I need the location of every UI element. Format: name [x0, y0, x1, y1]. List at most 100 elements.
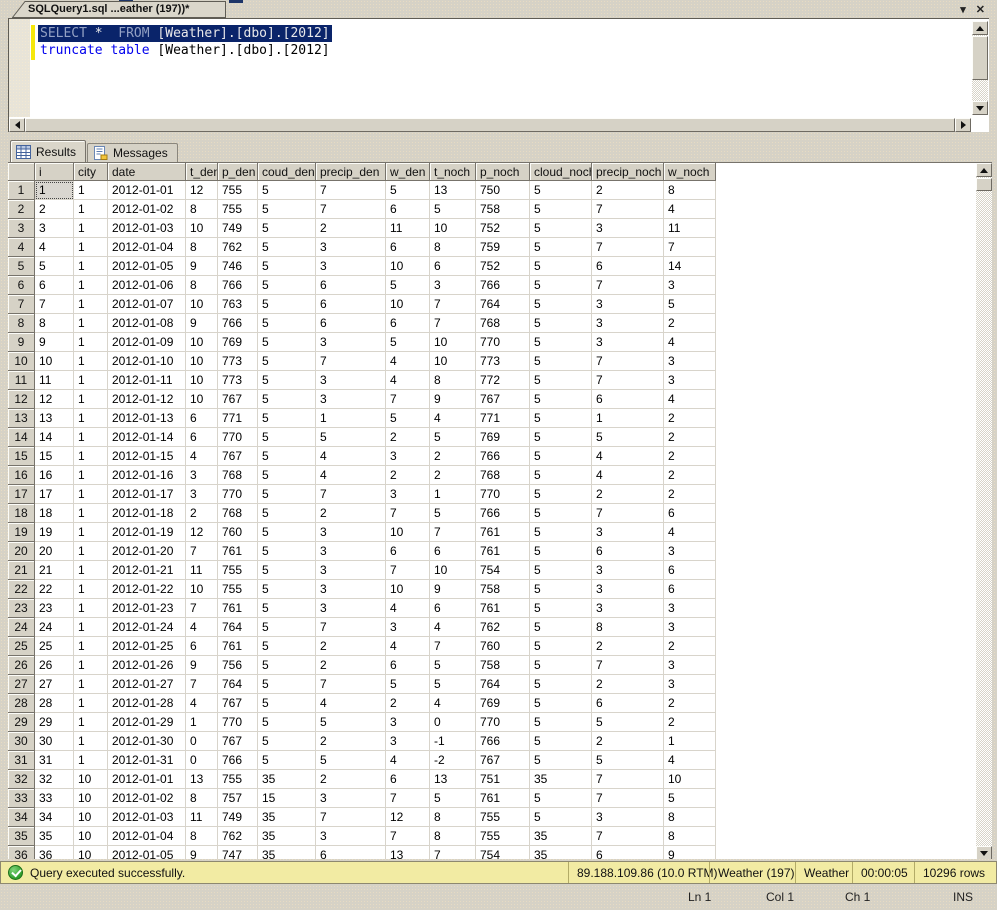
grid-cell[interactable]: 773 — [218, 371, 258, 390]
grid-cell[interactable]: -2 — [430, 751, 476, 770]
grid-cell[interactable]: 5 — [258, 200, 316, 219]
grid-cell[interactable]: 2 — [386, 428, 430, 447]
grid-cell[interactable]: 28 — [35, 694, 74, 713]
grid-cell[interactable]: 9 — [664, 846, 716, 859]
grid-cell[interactable]: 2 — [664, 694, 716, 713]
grid-cell[interactable]: 747 — [218, 846, 258, 859]
grid-cell[interactable]: 5 — [316, 428, 386, 447]
grid-cell[interactable]: 761 — [218, 542, 258, 561]
grid-cell[interactable]: 2012-01-26 — [108, 656, 186, 675]
grid-cell[interactable]: 8 — [430, 371, 476, 390]
scroll-right-icon[interactable] — [955, 118, 971, 132]
grid-cell[interactable]: 5 — [530, 542, 592, 561]
grid-cell[interactable]: 10 — [186, 333, 218, 352]
row-header-cell[interactable]: 3 — [8, 219, 35, 238]
grid-cell[interactable]: 2012-01-21 — [108, 561, 186, 580]
grid-cell[interactable]: 2 — [664, 466, 716, 485]
grid-cell[interactable]: 8 — [186, 200, 218, 219]
grid-cell[interactable]: 5 — [530, 200, 592, 219]
grid-cell[interactable]: -1 — [430, 732, 476, 751]
grid-cell[interactable]: 6 — [592, 542, 664, 561]
grid-cell[interactable]: 758 — [476, 200, 530, 219]
row-header-cell[interactable]: 34 — [8, 808, 35, 827]
grid-cell[interactable]: 758 — [476, 580, 530, 599]
grid-cell[interactable]: 2012-01-12 — [108, 390, 186, 409]
grid-cell[interactable]: 4 — [430, 694, 476, 713]
grid-cell[interactable]: 3 — [592, 561, 664, 580]
row-header-cell[interactable]: 11 — [8, 371, 35, 390]
grid-cell[interactable]: 2012-01-18 — [108, 504, 186, 523]
grid-cell[interactable]: 3 — [186, 485, 218, 504]
sql-code-line[interactable]: truncate table [Weather].[dbo].[2012] — [38, 42, 332, 59]
grid-cell[interactable]: 7 — [592, 656, 664, 675]
grid-cell[interactable]: 2 — [35, 200, 74, 219]
grid-cell[interactable]: 6 — [592, 846, 664, 859]
grid-cell[interactable]: 6 — [386, 542, 430, 561]
grid-cell[interactable]: 12 — [35, 390, 74, 409]
grid-cell[interactable]: 2 — [386, 466, 430, 485]
grid-cell[interactable]: 5 — [258, 409, 316, 428]
grid-cell[interactable]: 5 — [530, 219, 592, 238]
scroll-up-icon[interactable] — [972, 21, 988, 35]
grid-cell[interactable]: 761 — [218, 637, 258, 656]
grid-cell[interactable]: 2012-01-25 — [108, 637, 186, 656]
grid-cell[interactable]: 2012-01-05 — [108, 257, 186, 276]
editor-vertical-scrollbar[interactable] — [971, 21, 989, 117]
grid-cell[interactable]: 2012-01-20 — [108, 542, 186, 561]
grid-cell[interactable]: 11 — [386, 219, 430, 238]
grid-cell[interactable]: 7 — [316, 485, 386, 504]
grid-cell[interactable]: 1 — [74, 599, 108, 618]
grid-cell[interactable]: 1 — [74, 580, 108, 599]
row-header-cell[interactable]: 17 — [8, 485, 35, 504]
grid-cell[interactable]: 3 — [664, 656, 716, 675]
grid-cell[interactable]: 1 — [74, 618, 108, 637]
grid-cell[interactable]: 4 — [316, 466, 386, 485]
grid-cell[interactable]: 0 — [430, 713, 476, 732]
grid-cell[interactable]: 7 — [430, 314, 476, 333]
grid-cell[interactable]: 3 — [316, 789, 386, 808]
grid-cell[interactable]: 2 — [592, 181, 664, 200]
grid-cell[interactable]: 3 — [664, 371, 716, 390]
grid-cell[interactable]: 2 — [664, 314, 716, 333]
grid-cell[interactable]: 766 — [218, 751, 258, 770]
grid-cell[interactable]: 1 — [74, 181, 108, 200]
grid-cell[interactable]: 5 — [258, 618, 316, 637]
grid-cell[interactable]: 5 — [530, 675, 592, 694]
row-header-cell[interactable]: 27 — [8, 675, 35, 694]
grid-cell[interactable]: 2 — [664, 637, 716, 656]
grid-cell[interactable]: 12 — [186, 523, 218, 542]
grid-cell[interactable]: 7 — [592, 352, 664, 371]
grid-cell[interactable]: 2 — [664, 409, 716, 428]
grid-cell[interactable]: 2012-01-02 — [108, 789, 186, 808]
column-header-precip_den[interactable]: precip_den — [316, 163, 386, 181]
grid-cell[interactable]: 11 — [664, 219, 716, 238]
grid-cell[interactable]: 762 — [218, 238, 258, 257]
grid-cell[interactable]: 8 — [664, 808, 716, 827]
grid-cell[interactable]: 2012-01-23 — [108, 599, 186, 618]
grid-cell[interactable]: 2012-01-01 — [108, 181, 186, 200]
grid-cell[interactable]: 1 — [74, 333, 108, 352]
grid-cell[interactable]: 760 — [476, 637, 530, 656]
grid-cell[interactable]: 2 — [430, 447, 476, 466]
scroll-down-icon[interactable] — [972, 101, 988, 115]
grid-cell[interactable]: 2012-01-27 — [108, 675, 186, 694]
grid-cell[interactable]: 6 — [316, 846, 386, 859]
grid-cell[interactable]: 2 — [664, 428, 716, 447]
grid-cell[interactable]: 6 — [316, 276, 386, 295]
grid-cell[interactable]: 755 — [218, 200, 258, 219]
grid-cell[interactable]: 7 — [592, 200, 664, 219]
grid-cell[interactable]: 21 — [35, 561, 74, 580]
column-header-t_noch[interactable]: t_noch — [430, 163, 476, 181]
grid-cell[interactable]: 3 — [316, 827, 386, 846]
grid-cell[interactable]: 1 — [74, 751, 108, 770]
grid-cell[interactable]: 773 — [476, 352, 530, 371]
editor-horizontal-scrollbar[interactable] — [9, 118, 971, 133]
grid-cell[interactable]: 759 — [476, 238, 530, 257]
grid-cell[interactable]: 5 — [430, 504, 476, 523]
grid-cell[interactable]: 4 — [592, 447, 664, 466]
grid-cell[interactable]: 7 — [430, 637, 476, 656]
grid-cell[interactable]: 766 — [476, 504, 530, 523]
grid-cell[interactable]: 1 — [74, 637, 108, 656]
grid-cell[interactable]: 1 — [35, 181, 74, 200]
grid-cell[interactable]: 2 — [592, 637, 664, 656]
